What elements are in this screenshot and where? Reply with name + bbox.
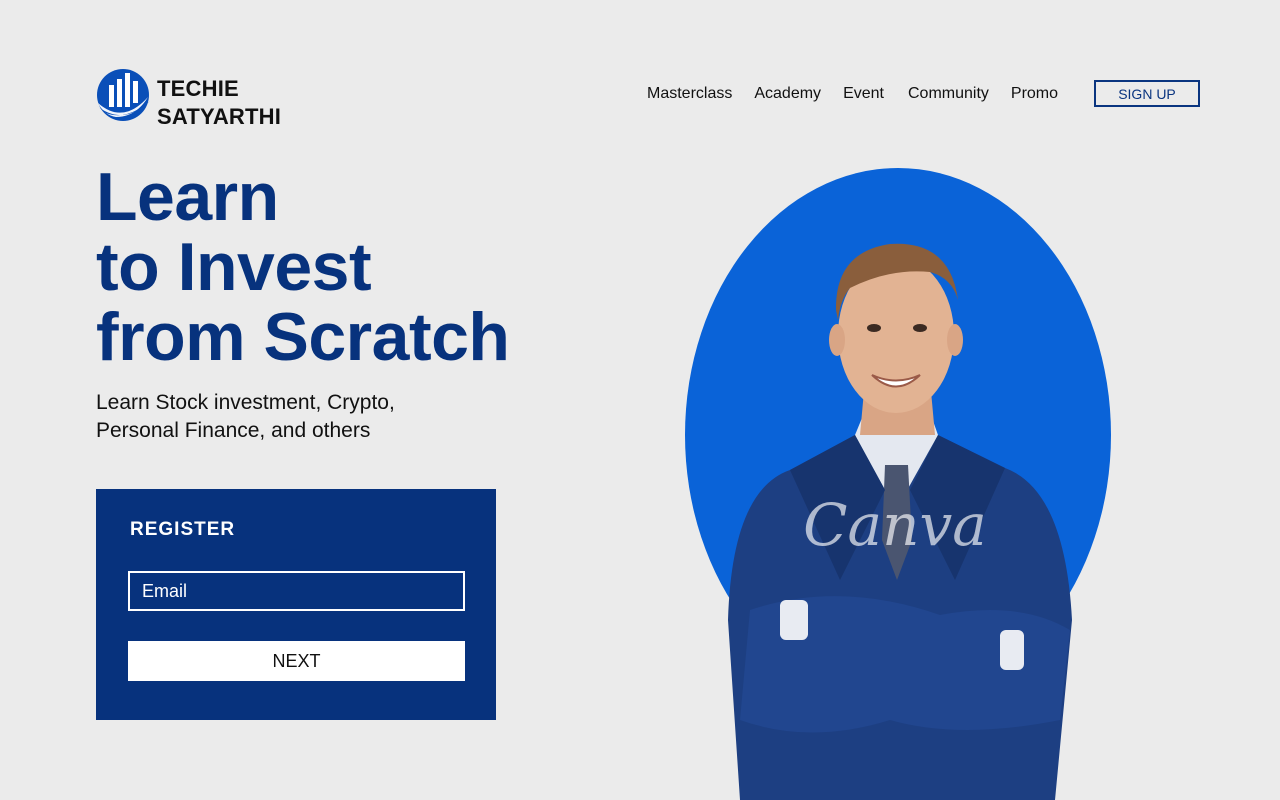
top-nav: Masterclass Academy Event Community Prom… <box>647 84 1080 104</box>
left-cuff <box>780 600 808 640</box>
brand-name-line1: TECHIE <box>157 76 239 101</box>
nav-item-event[interactable]: Event <box>843 84 884 104</box>
hero-headline-line1: Learn <box>96 159 279 235</box>
nav-item-masterclass[interactable]: Masterclass <box>647 84 732 104</box>
nav-item-community[interactable]: Community <box>908 84 989 104</box>
nav-item-promo[interactable]: Promo <box>1011 84 1058 104</box>
register-card: REGISTER NEXT <box>96 489 496 720</box>
hero-portrait-image: Canva <box>685 168 1111 800</box>
hero-subheadline-line1: Learn Stock investment, Crypto, <box>96 391 395 414</box>
right-ear <box>947 324 963 356</box>
register-title: REGISTER <box>130 519 236 540</box>
email-field[interactable] <box>128 571 465 611</box>
right-eye <box>913 324 927 332</box>
sign-up-button[interactable]: SIGN UP <box>1094 80 1200 107</box>
canva-watermark: Canva <box>803 491 987 559</box>
nav-item-academy[interactable]: Academy <box>754 84 821 104</box>
hero-headline-line2: to Invest <box>96 229 372 305</box>
right-cuff <box>1000 630 1024 670</box>
hero-subheadline-line2: Personal Finance, and others <box>96 419 371 442</box>
brand-name: TECHIE SATYARTHI <box>157 75 281 131</box>
left-ear <box>829 324 845 356</box>
hero-subheadline: Learn Stock investment, Crypto, Personal… <box>96 389 395 445</box>
brand-logo[interactable]: TECHIE SATYARTHI <box>96 67 281 131</box>
left-eye <box>867 324 881 332</box>
next-button[interactable]: NEXT <box>128 641 465 681</box>
brand-name-line2: SATYARTHI <box>157 104 282 129</box>
hero-headline-line3: from Scratch <box>96 299 510 375</box>
hero-headline: Learn to Invest from Scratch <box>96 159 510 375</box>
bar-chart-globe-icon <box>96 69 150 121</box>
